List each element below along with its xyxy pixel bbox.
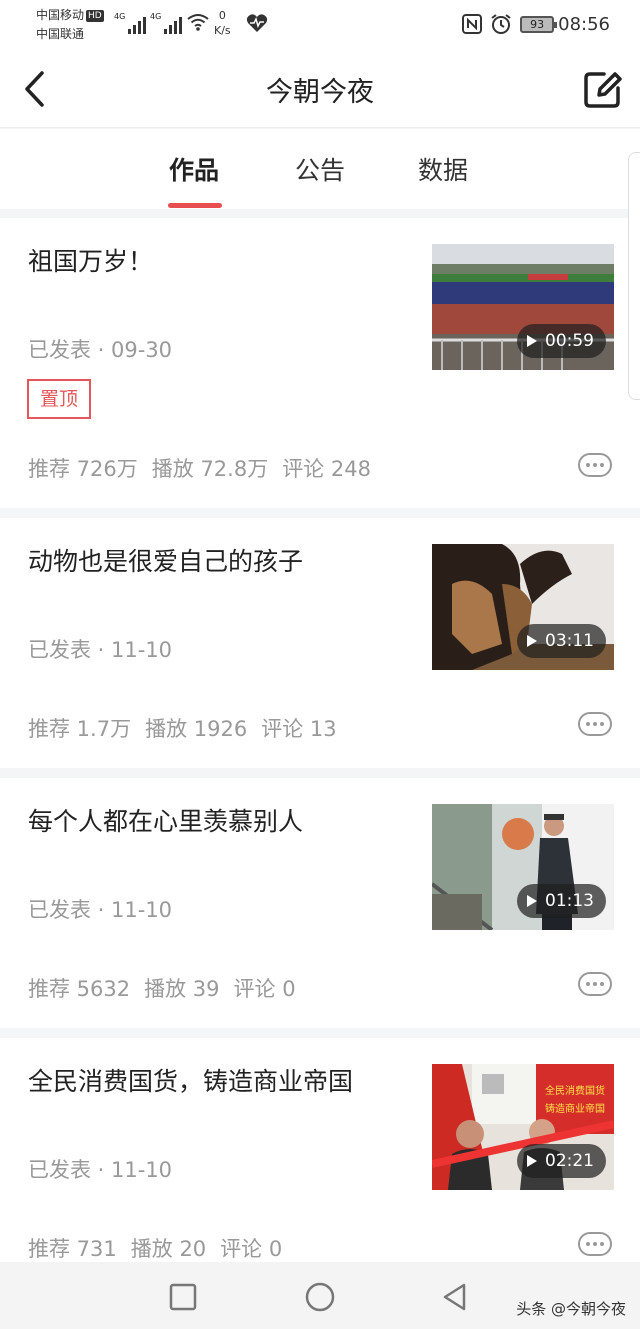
carrier-2: 中国联通 (36, 27, 85, 41)
page-title: 今朝今夜 (266, 77, 374, 108)
net-speed: 0 K/s (214, 9, 231, 37)
publish-date: 已发表 · 09-30 (28, 338, 173, 362)
comment-count: 评论 0 (220, 1237, 283, 1261)
play-count: 播放 20 (130, 1237, 207, 1261)
article-stats: 推荐 1.7万 播放 1926 评论 13 (28, 713, 351, 743)
hd-badge: HD (86, 10, 104, 22)
wifi-icon (187, 14, 209, 31)
article-title[interactable]: 每个人都在心里羡慕别人 (28, 802, 303, 838)
signal-1-icon: 4G (114, 12, 147, 34)
article-card[interactable]: 祖国万岁！ 已发表 · 09-30 置顶 推荐 726万 播放 72.8万 评论 2… (0, 218, 640, 508)
play-count: 播放 72.8万 (151, 457, 269, 481)
active-tab-indicator (168, 203, 222, 208)
play-icon (527, 635, 537, 647)
comment-count: 评论 13 (261, 717, 337, 741)
recommend-count: 推荐 726万 (28, 457, 138, 481)
watermark: 头条 @今朝今夜 (516, 1300, 626, 1318)
tab-data[interactable]: 数据 (418, 151, 468, 187)
battery-icon: 93 (520, 15, 558, 33)
play-count: 播放 1926 (145, 717, 248, 741)
play-icon (527, 895, 537, 907)
more-options-icon[interactable] (578, 1232, 612, 1256)
article-card[interactable]: 动物也是很爱自己的孩子 已发表 · 11-10 推荐 1.7万 播放 1926 评论… (0, 518, 640, 768)
svg-text:铸造商业帝国: 铸造商业帝国 (545, 1102, 605, 1115)
recent-apps-icon[interactable] (168, 1282, 198, 1312)
system-nav-bar: 头条 @今朝今夜 (0, 1262, 640, 1329)
nav-bar: 今朝今夜 (0, 50, 640, 128)
home-icon[interactable] (305, 1282, 335, 1312)
video-duration: 01:13 (517, 884, 606, 918)
edit-icon[interactable] (582, 68, 624, 110)
publish-date: 已发表 · 11-10 (28, 898, 173, 922)
tab-announcements[interactable]: 公告 (295, 151, 345, 187)
article-card[interactable]: 每个人都在心里羡慕别人 已发表 · 11-10 推荐 5632 播放 39 评论 0… (0, 778, 640, 1028)
play-count: 播放 39 (144, 977, 220, 1001)
status-bar: 中国移动 HD 中国联通 4G 4G 0 K/s 93 08:56 (0, 0, 640, 50)
signal-2-icon: 4G (150, 12, 183, 34)
recommend-count: 推荐 5632 (28, 977, 131, 1001)
video-duration: 00:59 (517, 324, 606, 358)
play-icon (527, 1155, 537, 1167)
article-title[interactable]: 全民消费国货，铸造商业帝国 (28, 1062, 353, 1098)
video-duration: 02:21 (517, 1144, 606, 1178)
carrier-info: 中国移动 HD 中国联通 (36, 6, 104, 44)
article-stats: 推荐 5632 播放 39 评论 0 (28, 973, 310, 1003)
recommend-count: 推荐 1.7万 (28, 717, 132, 741)
more-options-icon[interactable] (578, 712, 612, 736)
carrier-1: 中国移动 (36, 8, 85, 22)
tab-works[interactable]: 作品 (169, 151, 219, 187)
article-card[interactable]: 全民消费国货，铸造商业帝国 已发表 · 11-10 推荐 731 播放 20 评论 … (0, 1038, 640, 1262)
article-title[interactable]: 动物也是很爱自己的孩子 (28, 542, 303, 578)
video-duration: 03:11 (517, 624, 606, 658)
health-heart-icon (246, 14, 268, 33)
status-right: 93 08:56 (462, 10, 640, 38)
tab-bar: 作品 公告 数据 (0, 129, 640, 209)
pinned-badge: 置顶 (27, 379, 91, 419)
more-options-icon[interactable] (578, 972, 612, 996)
nfc-icon (462, 14, 483, 34)
comment-count: 评论 248 (282, 457, 371, 481)
article-stats: 推荐 731 播放 20 评论 0 (28, 1233, 296, 1263)
back-triangle-icon[interactable] (440, 1282, 470, 1312)
comment-count: 评论 0 (233, 977, 296, 1001)
publish-date: 已发表 · 11-10 (28, 638, 173, 662)
publish-date: 已发表 · 11-10 (28, 1158, 173, 1182)
video-thumbnail[interactable]: 01:13 (432, 804, 614, 930)
video-thumbnail[interactable]: 全民消费国货 铸造商业帝国 02:21 (432, 1064, 614, 1190)
article-stats: 推荐 726万 播放 72.8万 评论 248 (28, 453, 385, 483)
alarm-icon (491, 14, 511, 34)
scroll-edge-handle[interactable] (628, 152, 640, 400)
more-options-icon[interactable] (578, 453, 612, 477)
video-thumbnail[interactable]: 03:11 (432, 544, 614, 670)
article-title[interactable]: 祖国万岁！ (28, 242, 153, 278)
video-thumbnail[interactable]: 00:59 (432, 244, 614, 370)
svg-text:全民消费国货: 全民消费国货 (545, 1084, 605, 1097)
play-icon (527, 335, 537, 347)
recommend-count: 推荐 731 (28, 1237, 117, 1261)
clock: 08:56 (558, 13, 610, 35)
